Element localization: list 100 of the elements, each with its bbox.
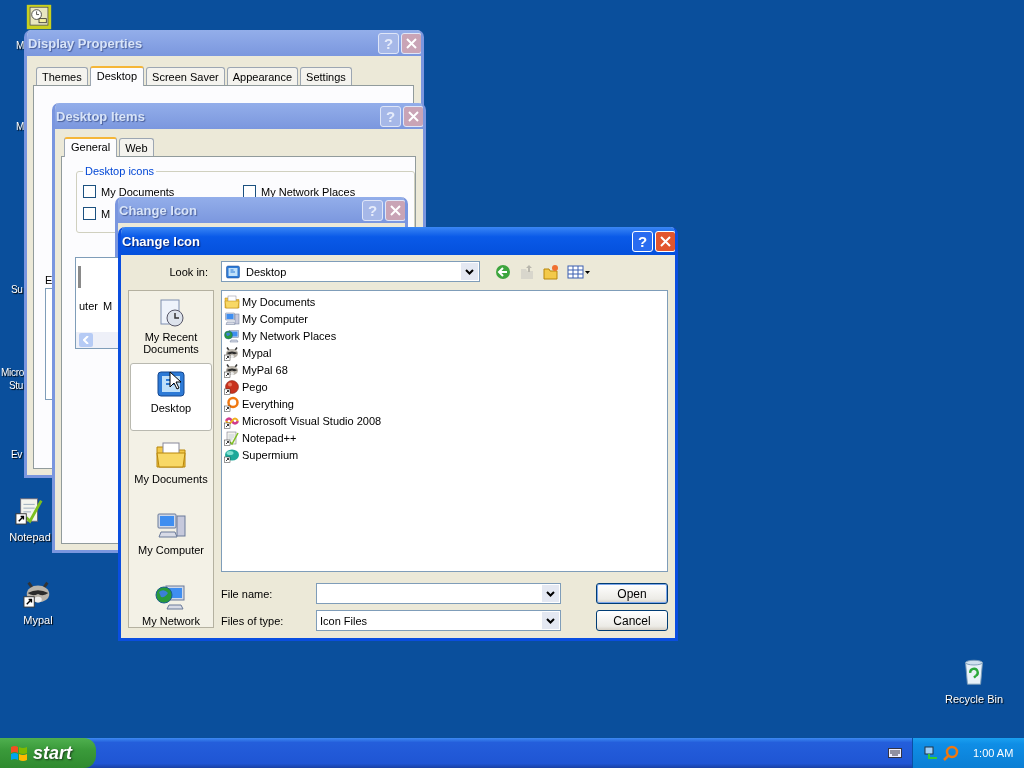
group-title: Desktop icons [83, 165, 157, 177]
tab[interactable]: Screen Saver [146, 67, 225, 85]
clock-tile-icon [26, 4, 52, 30]
field-label: Look in: [168, 264, 209, 280]
window-title: Display Properties [28, 35, 144, 51]
file-item[interactable]: My Documents [224, 293, 318, 310]
icon-label[interactable]: Notepad [9, 531, 51, 543]
raccoon-icon [224, 344, 240, 361]
scroll-left-button[interactable] [79, 333, 93, 347]
file-item[interactable]: Mypal [224, 344, 274, 361]
file-name: My Network Places [242, 329, 337, 342]
tab[interactable]: General [64, 137, 118, 157]
network-icon [224, 327, 240, 344]
back-icon[interactable] [495, 263, 511, 280]
network-tray-icon[interactable] [923, 745, 939, 761]
file-name: Everything [242, 397, 294, 410]
field-label: File name: [221, 587, 274, 600]
dropdown-icon [465, 268, 474, 275]
notepad-icon [15, 495, 45, 525]
checkbox-label: My Network Places [261, 185, 356, 198]
notepad-icon [224, 429, 240, 446]
tab[interactable]: Desktop [89, 66, 145, 86]
close-icon [390, 204, 401, 216]
view-menu-icon[interactable] [567, 263, 591, 280]
file-item[interactable]: Pego [224, 378, 270, 395]
file-item[interactable]: Supermium [224, 446, 301, 463]
file-item[interactable]: My Computer [224, 310, 311, 327]
file-item[interactable]: Notepad++ [224, 429, 299, 446]
dialog-button[interactable]: Open [596, 583, 668, 604]
dropdown-icon [546, 590, 555, 597]
close-button[interactable] [403, 105, 423, 127]
file-name: Pego [242, 380, 268, 393]
magnifier-icon [224, 395, 240, 412]
icon-label[interactable]: M [103, 300, 113, 312]
file-type-dropdown[interactable]: Icon Files [316, 610, 561, 631]
places-item[interactable]: Desktop [130, 363, 212, 431]
tab[interactable]: Appearance [226, 67, 299, 85]
close-button[interactable] [385, 199, 405, 221]
file-name: My Computer [242, 312, 309, 325]
places-item[interactable]: My Recent Documents [130, 292, 212, 360]
dropdown-icon [546, 617, 555, 624]
icon-label[interactable]: Su [11, 284, 23, 295]
file-name: Supermium [242, 448, 299, 461]
windows-flag-icon [10, 744, 28, 762]
clock[interactable]: 1:00 AM [973, 747, 1014, 759]
field-label: E [45, 274, 53, 286]
icon-label[interactable]: Mypal [23, 614, 53, 626]
folder-icon [155, 439, 187, 471]
desktop-icon [225, 263, 241, 280]
icon-label[interactable]: M [16, 40, 25, 51]
look-in-dropdown[interactable]: Desktop [221, 261, 480, 282]
help-button[interactable]: ? [632, 230, 653, 252]
file-name-field[interactable] [316, 583, 561, 604]
window-title: Change Icon [122, 233, 201, 249]
up-folder-icon[interactable] [519, 263, 535, 280]
close-icon [660, 235, 671, 247]
new-folder-icon[interactable] [543, 263, 559, 280]
icon-label[interactable]: M [16, 121, 25, 132]
window-title: Desktop Items [56, 108, 146, 124]
places-item[interactable]: My Network [130, 576, 212, 627]
tab[interactable]: Themes [36, 67, 88, 85]
folder-icon [224, 293, 240, 310]
checkbox[interactable] [83, 207, 96, 220]
places-item[interactable]: My Computer [130, 505, 212, 573]
places-item[interactable]: My Documents [130, 434, 212, 502]
icon-edge [78, 266, 81, 288]
field-label: Files of type: [221, 614, 285, 627]
file-item[interactable]: Everything [224, 395, 296, 412]
tab[interactable]: Settings [300, 67, 352, 85]
checkbox[interactable] [83, 185, 96, 198]
dropdown-value: Desktop [246, 265, 287, 278]
checkbox-label: My Documents [101, 185, 175, 198]
close-icon [408, 110, 419, 122]
raccoon-icon [224, 361, 240, 378]
file-item[interactable]: Microsoft Visual Studio 2008 [224, 412, 384, 429]
icon-label[interactable]: Recycle Bin [944, 693, 1004, 705]
close-icon [406, 37, 417, 49]
tab[interactable]: Web [119, 138, 154, 156]
ball-icon [224, 378, 240, 395]
icon-label[interactable]: Micro [1, 367, 24, 378]
file-name: Notepad++ [242, 431, 297, 444]
icon-label[interactable]: Ev [11, 449, 23, 460]
computer-icon [224, 310, 240, 327]
checkbox-label: M [101, 207, 111, 220]
file-name: MyPal 68 [242, 363, 288, 376]
close-button[interactable] [401, 32, 421, 54]
icon-label[interactable]: Stu [9, 380, 24, 391]
icon-label[interactable]: uter [79, 300, 98, 312]
keyboard-icon[interactable] [888, 748, 902, 758]
dropdown-value: Icon Files [320, 614, 368, 627]
file-name: My Documents [242, 295, 316, 308]
file-list[interactable]: My Documents My Computer My Network Places Mypal MyPal 68 Pego Everything Microsoft Visual Studio 2008 Notepad++ Supermium [221, 290, 668, 572]
file-name: Mypal [242, 346, 272, 359]
file-name: Microsoft Visual Studio 2008 [242, 414, 382, 427]
dialog-button[interactable]: Cancel [596, 610, 668, 631]
file-item[interactable]: My Network Places [224, 327, 339, 344]
window-title: Change Icon [119, 202, 198, 218]
start-button[interactable]: start [0, 738, 96, 768]
cursor-icon [169, 371, 181, 390]
file-item[interactable]: MyPal 68 [224, 361, 290, 378]
